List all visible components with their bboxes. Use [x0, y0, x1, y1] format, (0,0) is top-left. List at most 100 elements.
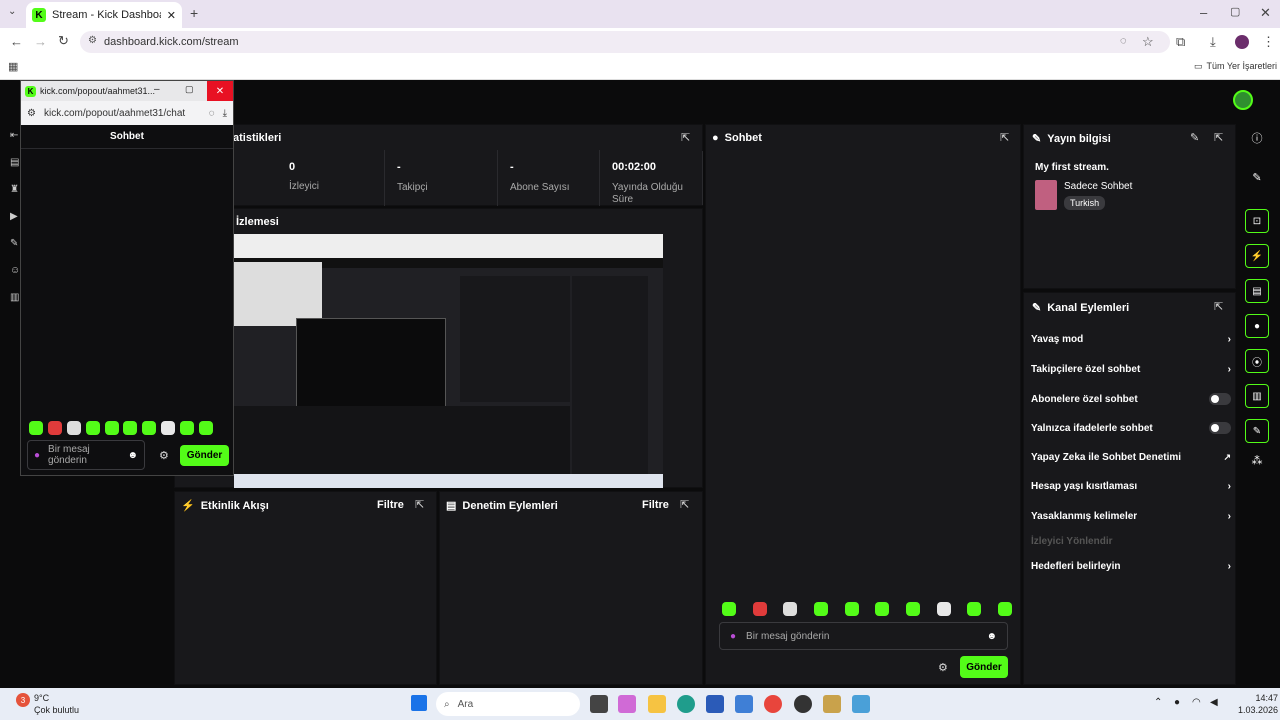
nav-tools-icon[interactable]: ✎	[10, 238, 20, 249]
volume-icon[interactable]: ◀	[1210, 697, 1218, 708]
emote[interactable]	[844, 602, 859, 616]
emote[interactable]	[875, 602, 890, 616]
menu-slow-mode[interactable]: Yavaş mod ›	[1031, 334, 1231, 345]
app-icon[interactable]	[823, 695, 841, 713]
minimize-icon[interactable]: –	[1200, 5, 1207, 20]
rail-wrench-button[interactable]: ✎	[1245, 419, 1269, 443]
bookmark-star-icon[interactable]: ☆	[1142, 34, 1154, 50]
emote[interactable]	[161, 421, 176, 435]
task-view-icon[interactable]	[590, 695, 608, 713]
nav-community-icon[interactable]: ☺	[10, 265, 20, 276]
emote[interactable]	[198, 421, 213, 435]
nav-video-icon[interactable]: ▶	[10, 211, 20, 222]
stream-info-popout-icon[interactable]: ⇱	[1214, 131, 1223, 144]
file-explorer-icon[interactable]	[648, 695, 666, 713]
subscribers-only-toggle[interactable]	[1209, 393, 1231, 405]
tab-list-icon[interactable]: ⌄	[8, 6, 16, 17]
clock[interactable]: 14:47 1.03.2026	[1232, 692, 1278, 716]
menu-followers-only[interactable]: Takipçilere özel sohbet ›	[1031, 364, 1231, 375]
rail-more-icon[interactable]: ⁂	[1252, 454, 1263, 467]
maximize-icon[interactable]: ▢	[1230, 5, 1240, 18]
tray-chevron-icon[interactable]: ⌃	[1154, 697, 1162, 708]
menu-banned-words[interactable]: Yasaklanmış kelimeler ›	[1031, 511, 1231, 522]
emote[interactable]	[783, 602, 798, 616]
app-icon[interactable]	[852, 695, 870, 713]
store-icon[interactable]	[706, 695, 724, 713]
emote[interactable]	[66, 421, 81, 435]
nav-dashboard-icon[interactable]: ▤	[10, 157, 20, 168]
chat-settings-icon[interactable]: ⚙	[938, 661, 948, 674]
emote[interactable]	[752, 602, 767, 616]
download-icon[interactable]: ⤓	[1210, 34, 1216, 50]
profile-avatar[interactable]	[1235, 35, 1249, 49]
nav-trophy-icon[interactable]: ♜	[10, 184, 20, 195]
moderation-filter-button[interactable]: Filtre	[642, 499, 669, 511]
emoji-icon[interactable]: ☻	[127, 450, 138, 461]
activity-popout-icon[interactable]: ⇱	[415, 498, 424, 511]
reload-icon[interactable]: ↻	[58, 33, 69, 49]
emote[interactable]	[104, 421, 119, 435]
emote[interactable]	[123, 421, 138, 435]
rail-layout-button[interactable]: ▥	[1245, 384, 1269, 408]
weather-widget[interactable]: 3 9°C Çok bulutlu	[12, 691, 79, 717]
menu-goals[interactable]: Hedefleri belirleyin ›	[1031, 561, 1231, 572]
chrome-icon[interactable]	[764, 695, 782, 713]
rail-doc-button[interactable]: ▤	[1245, 279, 1269, 303]
extensions-icon[interactable]: ⧉	[1176, 34, 1185, 50]
chat-popout-icon[interactable]: ⇱	[1000, 131, 1009, 144]
wifi-icon[interactable]: ◠	[1192, 697, 1201, 708]
window-close-icon[interactable]: ✕	[1260, 5, 1271, 21]
outlook-icon[interactable]	[735, 695, 753, 713]
apps-grid-icon[interactable]: ▦	[8, 60, 18, 73]
microphone-icon[interactable]: ●	[730, 631, 736, 642]
rail-bolt-button[interactable]: ⚡	[1245, 244, 1269, 268]
windows-start-icon[interactable]	[411, 695, 427, 711]
stats-popout-icon[interactable]: ⇱	[681, 131, 690, 144]
new-tab-icon[interactable]: +	[190, 5, 198, 21]
tab-close-icon[interactable]: ✕	[167, 9, 176, 22]
menu-ai-moderation[interactable]: Yapay Zeka ile Sohbet Denetimi ↗	[1031, 452, 1231, 463]
eye-off-icon[interactable]: ◌	[209, 108, 215, 119]
menu-account-age[interactable]: Hesap yaşı kısıtlaması ›	[1031, 481, 1231, 492]
browser-tab[interactable]: K Stream - Kick Dashboard ✕	[26, 2, 182, 28]
emote[interactable]	[967, 602, 982, 616]
moderation-popout-icon[interactable]: ⇱	[680, 498, 689, 511]
popout-chat-input[interactable]: ● Bir mesaj gönderin ☻	[27, 440, 145, 470]
taskbar-search[interactable]: ⌕ Ara	[436, 692, 580, 716]
emote[interactable]	[180, 421, 194, 435]
rail-broadcast-button[interactable]: ⦿	[1245, 349, 1269, 373]
site-info-icon[interactable]: ⚙	[88, 35, 97, 46]
rail-chat-button[interactable]: ●	[1245, 314, 1269, 338]
collapse-nav-icon[interactable]: ⇤	[10, 130, 20, 141]
popout-minimize-icon[interactable]: –	[154, 84, 160, 95]
microphone-icon[interactable]: ●	[34, 450, 40, 461]
forward-icon[interactable]: →	[34, 34, 47, 49]
popout-send-button[interactable]: Gönder	[180, 445, 229, 466]
emote[interactable]	[29, 421, 43, 435]
popout-url-bar[interactable]: ⚙ kick.com/popout/aahmet31/chat ◌ ⤓	[21, 101, 233, 125]
emotes-only-toggle[interactable]	[1209, 422, 1231, 434]
emote[interactable]	[722, 602, 736, 616]
pencil-icon[interactable]: ✎	[1252, 171, 1261, 184]
emote[interactable]	[142, 421, 157, 435]
back-icon[interactable]: ←	[10, 34, 23, 49]
emote[interactable]	[85, 421, 100, 435]
copilot-icon[interactable]	[618, 695, 636, 713]
popout-close-button[interactable]: ✕	[207, 81, 233, 101]
stream-preview-video[interactable]	[234, 234, 663, 488]
info-icon[interactable]: ⓘ	[1252, 130, 1263, 146]
chat-input[interactable]: ● Bir mesaj gönderin ☻	[719, 622, 1008, 650]
site-settings-icon[interactable]: ⚙	[27, 108, 36, 119]
popout-maximize-icon[interactable]: ▢	[185, 84, 194, 95]
eye-off-icon[interactable]: ◌	[1120, 35, 1127, 47]
obs-icon[interactable]	[794, 695, 812, 713]
emoji-icon[interactable]: ☻	[986, 631, 997, 642]
edge-icon[interactable]	[677, 695, 695, 713]
emote[interactable]	[905, 602, 920, 616]
popout-settings-icon[interactable]: ⚙	[159, 449, 169, 462]
download-icon[interactable]: ⤓	[223, 108, 227, 119]
chat-send-button[interactable]: Gönder	[960, 656, 1008, 678]
emote[interactable]	[997, 602, 1012, 616]
emote[interactable]	[813, 602, 828, 616]
rail-scan-button[interactable]: ⊡	[1245, 209, 1269, 233]
